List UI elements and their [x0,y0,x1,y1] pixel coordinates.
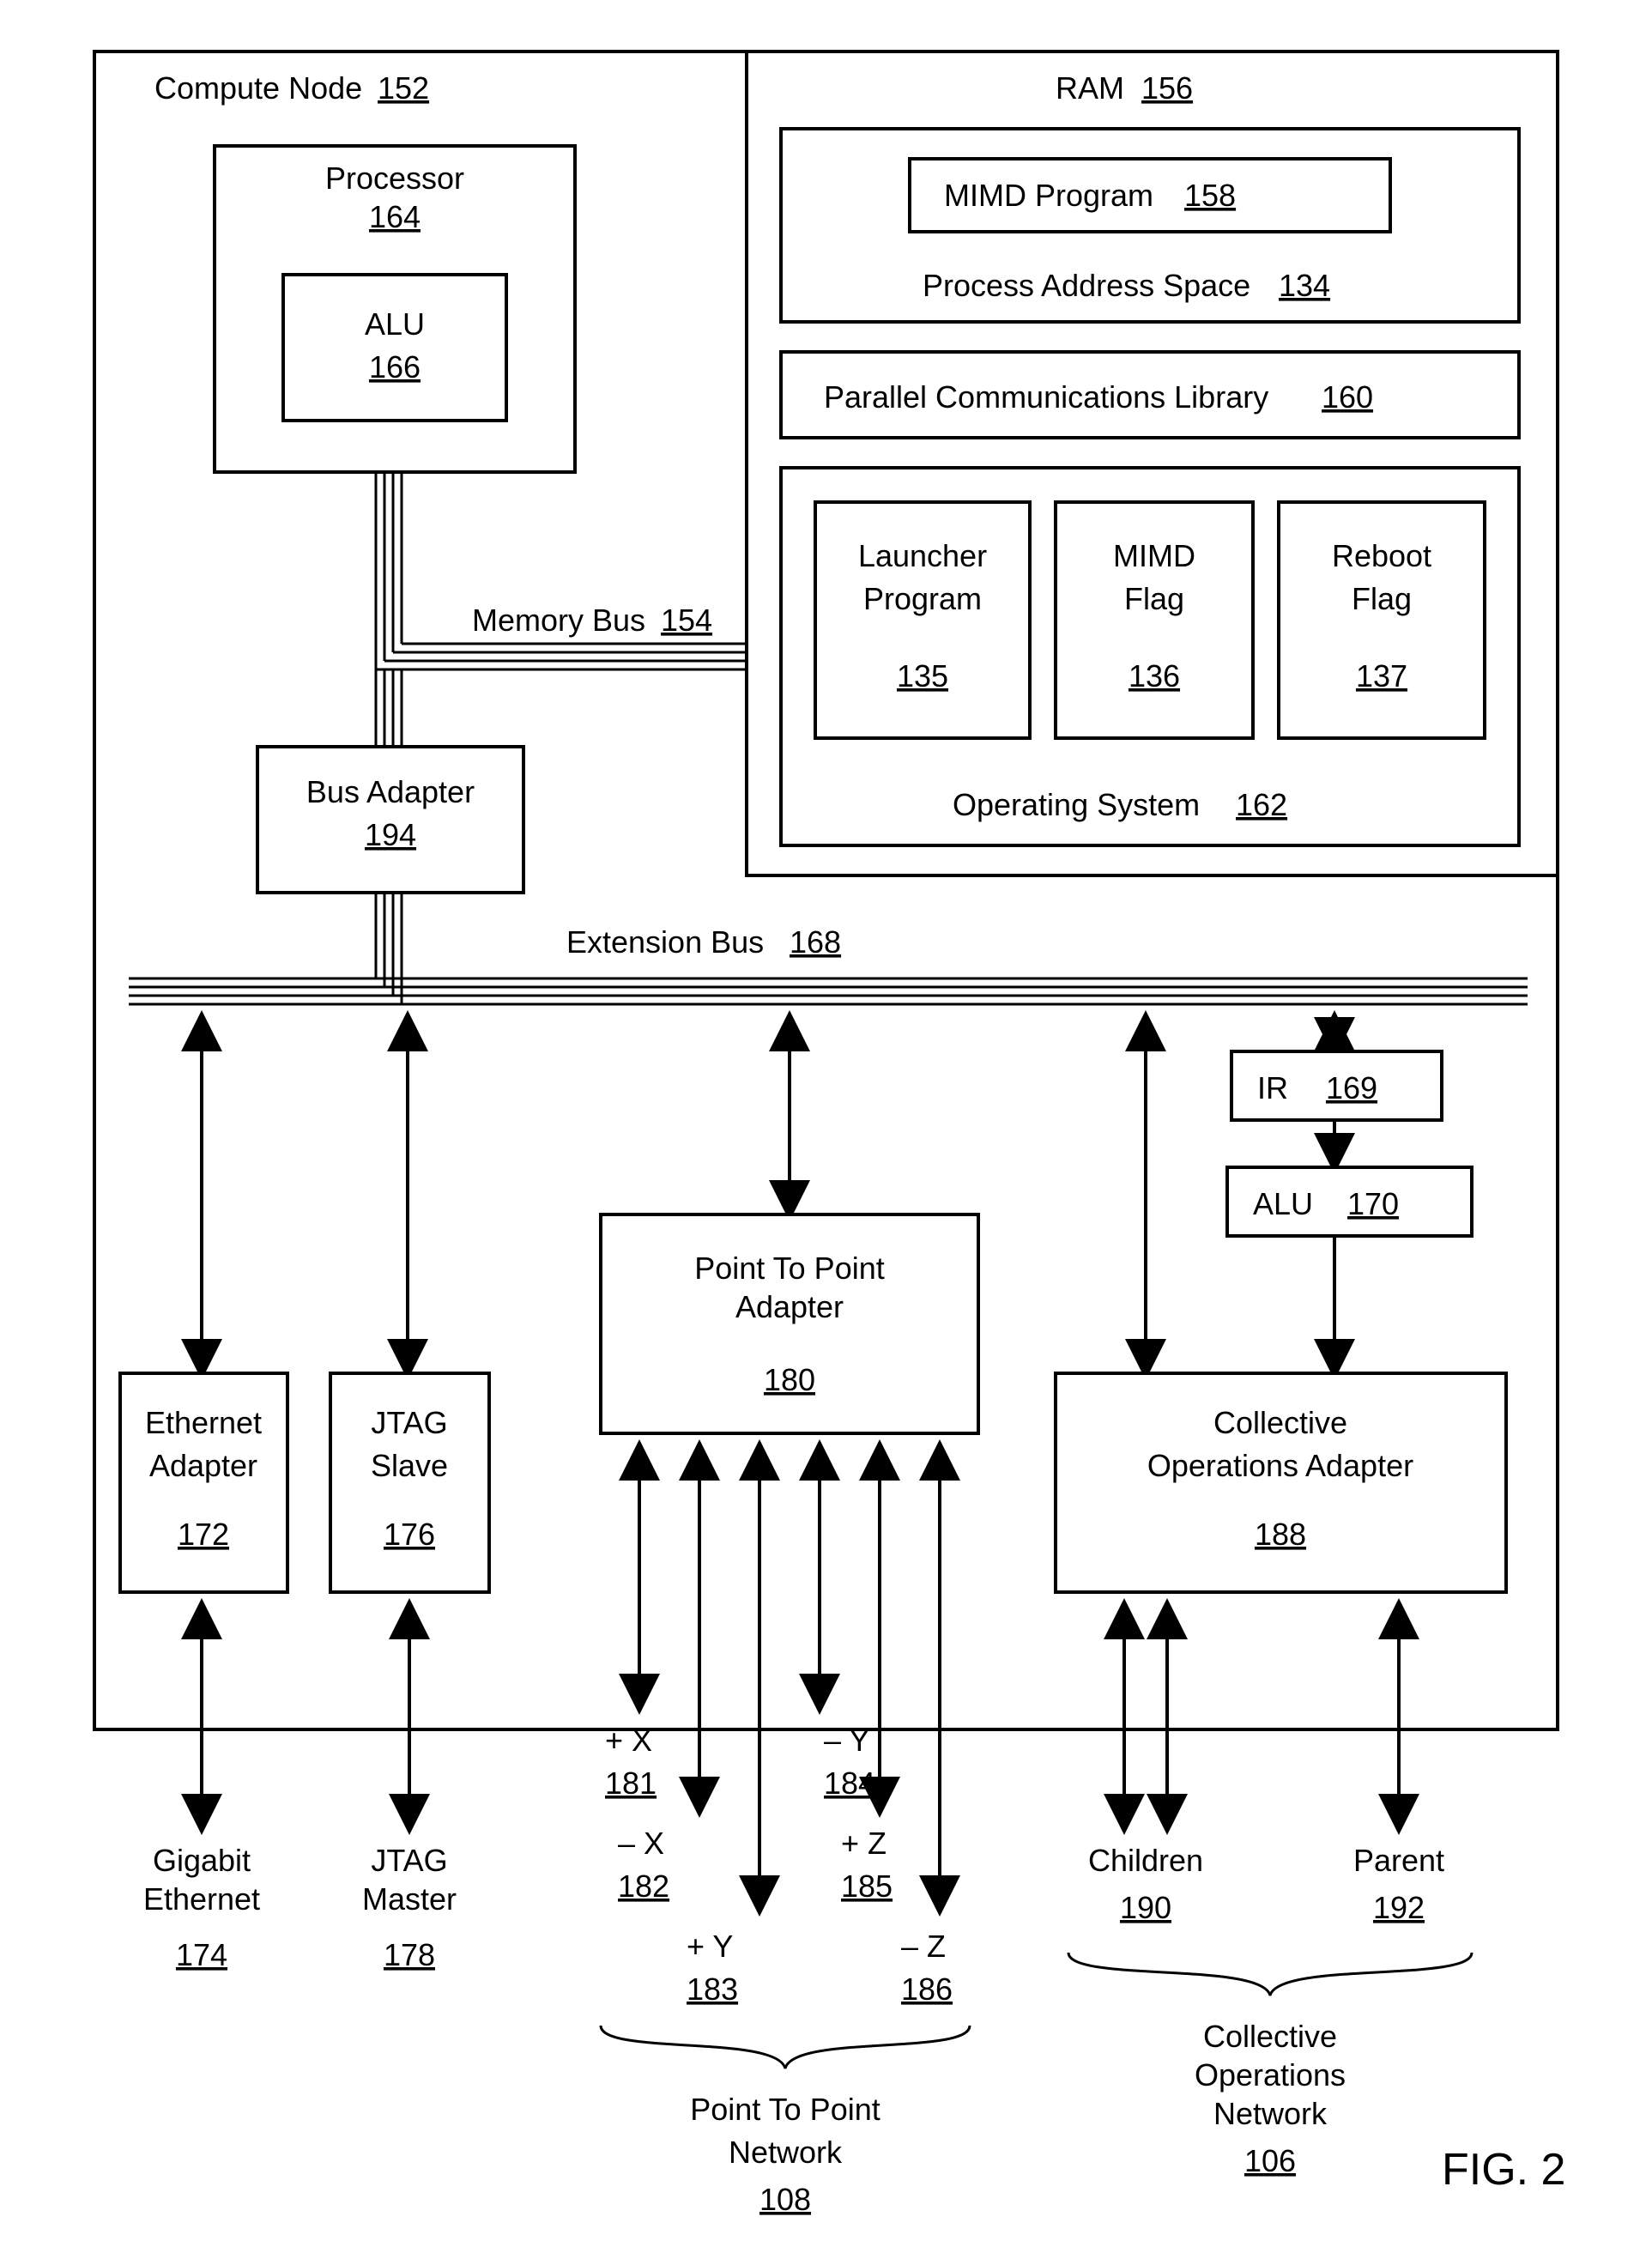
ir-label: IR [1257,1070,1288,1105]
parent-label: Parent [1353,1843,1444,1878]
launcher-l2: Program [863,581,982,616]
jtagm-l1: JTAG [371,1843,447,1878]
conet-l3: Network [1213,2096,1328,2131]
mimd-program-ref: 158 [1184,178,1236,213]
ethernet-adapter-l1: Ethernet [145,1405,262,1440]
children-ref: 190 [1120,1890,1171,1925]
ethernet-adapter-l2: Adapter [149,1448,257,1483]
compute-node-ref: 152 [378,70,429,106]
p2pnet-l2: Network [729,2135,843,2170]
p2pnet-ref: 108 [759,2182,811,2217]
mimd-program-label: MIMD Program [944,178,1153,213]
mz-ref: 186 [901,1971,953,2007]
conet-l2: Operations [1195,2057,1346,2093]
extension-bus-label: Extension Bus [566,924,764,960]
pas-label: Process Address Space [923,268,1250,303]
gige-l1: Gigabit [153,1843,251,1878]
mx-ref: 182 [618,1868,669,1904]
ethernet-adapter-ref: 172 [178,1517,229,1552]
brace-p2p [601,2026,970,2068]
jtag-slave-l2: Slave [371,1448,448,1483]
launcher-l1: Launcher [858,538,987,573]
px-label: + X [605,1723,652,1758]
px-ref: 181 [605,1765,657,1801]
gige-l2: Ethernet [143,1881,260,1917]
alu2-label: ALU [1253,1186,1313,1221]
mimd-flag-l2: Flag [1124,581,1184,616]
ram-label: RAM [1056,70,1124,106]
ir-ref: 169 [1326,1070,1377,1105]
alu1-box [283,275,506,421]
jtagm-l2: Master [362,1881,457,1917]
brace-coa [1068,1953,1472,1996]
extension-bus-ref: 168 [790,924,841,960]
my-ref: 184 [824,1765,875,1801]
p2p-adapter-ref: 180 [764,1362,815,1397]
ram-ref: 156 [1141,70,1193,106]
mimd-flag-ref: 136 [1129,658,1180,693]
pas-ref: 134 [1279,268,1330,303]
mimd-flag-l1: MIMD [1113,538,1195,573]
memory-bus-label: Memory Bus [472,603,645,638]
reboot-flag-l2: Flag [1352,581,1412,616]
os-label: Operating System [953,787,1200,822]
p2pnet-l1: Point To Point [690,2092,880,2127]
coa-ref: 188 [1255,1517,1306,1552]
coa-l1: Collective [1213,1405,1347,1440]
mz-label: – Z [901,1929,946,1964]
gige-ref: 174 [176,1937,227,1972]
reboot-flag-l1: Reboot [1332,538,1431,573]
alu1-label: ALU [365,306,425,342]
jtag-slave-ref: 176 [384,1517,435,1552]
os-ref: 162 [1236,787,1287,822]
alu2-ref: 170 [1347,1186,1399,1221]
pz-label: + Z [841,1826,887,1861]
mx-label: – X [618,1826,664,1861]
alu1-ref: 166 [369,349,421,385]
bus-adapter-label: Bus Adapter [306,774,475,809]
launcher-ref: 135 [897,658,948,693]
jtagm-ref: 178 [384,1937,435,1972]
coa-l2: Operations Adapter [1147,1448,1413,1483]
pcl-label: Parallel Communications Library [824,379,1268,415]
reboot-flag-ref: 137 [1356,658,1407,693]
memory-bus-ref: 154 [661,603,712,638]
py-ref: 183 [687,1971,738,2007]
compute-node-label: Compute Node [154,70,362,106]
my-label: – Y [824,1723,869,1758]
pcl-ref: 160 [1322,379,1373,415]
parent-ref: 192 [1373,1890,1425,1925]
pz-ref: 185 [841,1868,893,1904]
jtag-slave-l1: JTAG [371,1405,447,1440]
p2p-adapter-l1: Point To Point [694,1251,884,1286]
processor-ref: 164 [369,199,421,234]
conet-l1: Collective [1203,2019,1337,2054]
figure-label: FIG. 2 [1442,2145,1565,2195]
conet-ref: 106 [1244,2143,1296,2178]
p2p-adapter-l2: Adapter [735,1289,844,1324]
processor-label: Processor [325,160,464,196]
py-label: + Y [687,1929,733,1964]
children-label: Children [1088,1843,1203,1878]
bus-adapter-ref: 194 [365,817,416,852]
